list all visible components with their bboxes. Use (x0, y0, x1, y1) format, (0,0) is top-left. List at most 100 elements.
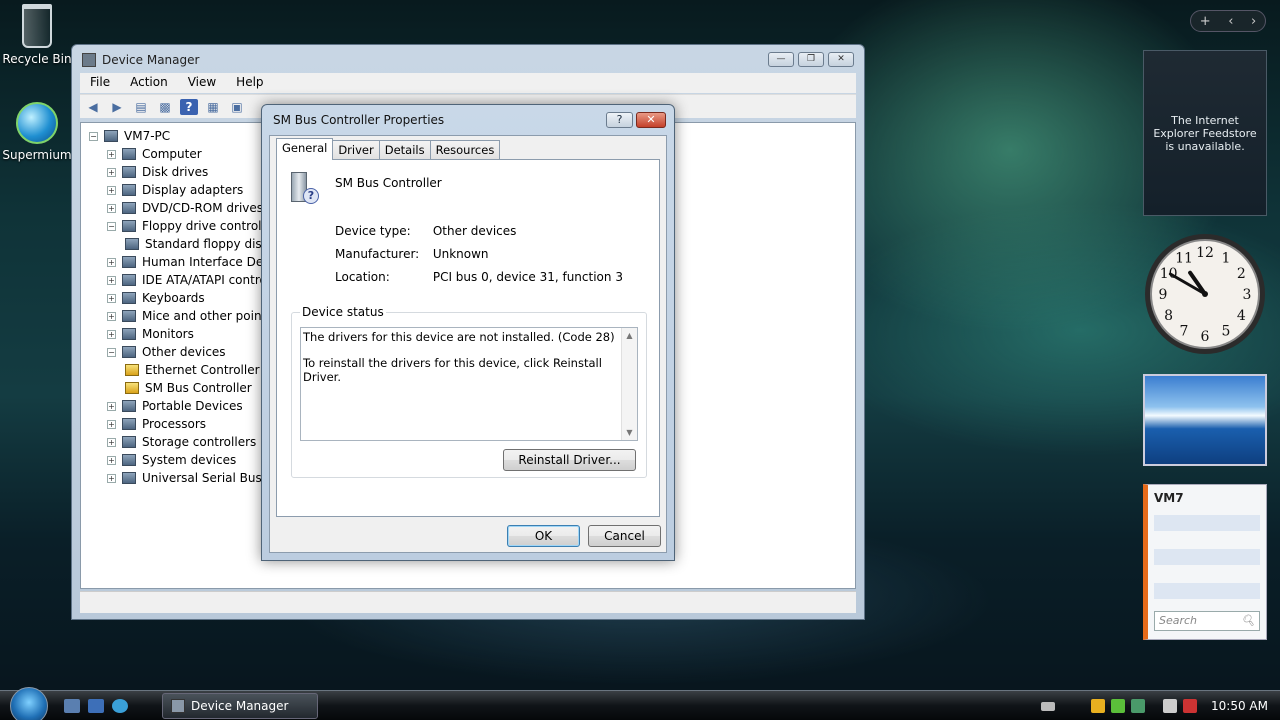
contact-row[interactable] (1154, 549, 1260, 565)
menu-help[interactable]: Help (228, 73, 271, 93)
status-scrollbar[interactable]: ▲ ▼ (621, 328, 637, 440)
contact-row[interactable] (1154, 515, 1260, 531)
expand-icon[interactable]: + (107, 167, 116, 177)
dialog-close-button[interactable]: ✕ (636, 112, 666, 128)
collapse-icon[interactable]: − (107, 221, 116, 231)
security-shield-icon[interactable] (1091, 699, 1106, 713)
tab-general[interactable]: General (276, 138, 334, 160)
warning-device-icon (125, 364, 139, 376)
expand-icon[interactable]: + (107, 473, 116, 483)
next-page-button[interactable]: › (1251, 14, 1256, 29)
window-buttons: — ❐ ✕ (768, 52, 854, 67)
device-category-icon (122, 472, 136, 484)
taskbar-clock[interactable]: 10:50 AM (1211, 699, 1268, 713)
update-icon[interactable] (1131, 699, 1146, 713)
tab-resources[interactable]: Resources (429, 140, 501, 160)
taskbar-device-manager-button[interactable]: Device Manager (162, 693, 318, 719)
clock-number: 2 (1237, 266, 1246, 282)
help-icon[interactable]: ? (180, 98, 198, 115)
contacts-search-input[interactable]: Search 🔍︎ (1154, 611, 1260, 631)
expand-icon[interactable]: + (107, 257, 116, 267)
supermium-desktop-icon[interactable]: Supermium (0, 102, 74, 162)
contacts-gadget[interactable]: VM7 Search 🔍︎ (1143, 484, 1267, 640)
back-icon[interactable]: ◀ (84, 99, 102, 115)
search-icon[interactable]: 🔍︎ (1241, 614, 1255, 628)
device-type-label: Device type: (335, 224, 411, 238)
browser-quicklaunch-icon[interactable] (112, 699, 128, 713)
tree-item-label: System devices (142, 453, 237, 467)
slideshow-gadget[interactable] (1143, 374, 1267, 466)
expand-icon[interactable]: + (107, 275, 116, 285)
device-category-icon (122, 454, 136, 466)
forward-icon[interactable]: ▶ (108, 99, 126, 115)
cancel-button[interactable]: Cancel (588, 525, 661, 547)
expand-icon[interactable]: + (107, 311, 116, 321)
tree-item-label: Disk drives (142, 165, 209, 179)
warning-device-icon (125, 382, 139, 394)
clock-gadget[interactable]: 12 1 2 3 4 5 6 7 8 9 10 11 (1143, 232, 1267, 356)
expand-icon[interactable]: + (107, 149, 116, 159)
feed-headlines-gadget[interactable]: The Internet Explorer Feedstore is unava… (1143, 50, 1267, 216)
minimize-button[interactable]: — (768, 52, 794, 67)
device-category-icon (122, 310, 136, 322)
scroll-down-icon[interactable]: ▼ (622, 428, 637, 437)
expand-icon[interactable]: + (107, 185, 116, 195)
show-hide-icon[interactable]: ▤ (132, 99, 150, 115)
dialog-help-button[interactable]: ? (606, 112, 633, 128)
properties-dialog[interactable]: SM Bus Controller Properties ? ✕ General… (261, 104, 675, 561)
tree-item-label: Storage controllers (142, 435, 257, 449)
keyboard-icon[interactable] (1041, 701, 1056, 711)
expand-icon[interactable]: + (107, 293, 116, 303)
recycle-bin-desktop-icon[interactable]: Recycle Bin (0, 4, 74, 66)
view-icon[interactable]: ▦ (204, 99, 222, 115)
ok-button[interactable]: OK (507, 525, 580, 547)
tree-item-label: DVD/CD-ROM drives (142, 201, 264, 215)
scroll-up-icon[interactable]: ▲ (622, 331, 637, 340)
device-status-textbox[interactable]: The drivers for this device are not inst… (300, 327, 638, 441)
clock-number: 6 (1201, 329, 1210, 345)
tree-root-label: VM7-PC (124, 129, 171, 143)
collapse-icon[interactable]: − (107, 347, 116, 357)
show-desktop-icon[interactable] (64, 699, 80, 713)
device-name: SM Bus Controller (335, 176, 442, 190)
general-tab-panel: ? SM Bus Controller Device type: Other d… (276, 159, 660, 517)
tab-strip: General Driver Details Resources (276, 138, 501, 160)
start-button[interactable] (10, 687, 48, 720)
tab-driver[interactable]: Driver (332, 140, 380, 160)
expand-icon[interactable]: + (107, 329, 116, 339)
network-icon[interactable] (1163, 699, 1178, 713)
tab-details[interactable]: Details (378, 140, 431, 160)
clock-number: 5 (1222, 323, 1231, 339)
checkmark-icon[interactable] (1111, 699, 1126, 713)
device-category-icon (122, 166, 136, 178)
device-category-icon (122, 148, 136, 160)
properties-icon[interactable]: ▩ (156, 99, 174, 115)
tree-item-label: Processors (142, 417, 207, 431)
switch-windows-icon[interactable] (88, 699, 104, 713)
tree-item-label: Ethernet Controller (145, 363, 260, 377)
menu-view[interactable]: View (180, 73, 224, 93)
tree-item-label: SM Bus Controller (145, 381, 252, 395)
expand-icon[interactable]: + (107, 437, 116, 447)
menu-action[interactable]: Action (122, 73, 176, 93)
recycle-bin-label: Recycle Bin (2, 52, 72, 66)
device-category-icon (125, 238, 139, 250)
reinstall-driver-button[interactable]: Reinstall Driver... (503, 449, 636, 471)
device-category-icon (122, 346, 136, 358)
menu-file[interactable]: File (82, 73, 118, 93)
add-gadget-button[interactable]: + (1200, 14, 1211, 29)
collapse-icon[interactable]: − (89, 131, 98, 141)
close-button[interactable]: ✕ (828, 52, 854, 67)
location-row: Location: PCI bus 0, device 31, function… (335, 270, 623, 284)
volume-muted-icon[interactable] (1183, 699, 1198, 713)
expand-icon[interactable]: + (107, 203, 116, 213)
expand-icon[interactable]: + (107, 455, 116, 465)
contact-row[interactable] (1154, 583, 1260, 599)
clock-number: 9 (1159, 287, 1168, 303)
previous-page-button[interactable]: ‹ (1228, 14, 1233, 29)
maximize-button[interactable]: ❐ (798, 52, 824, 67)
expand-icon[interactable]: + (107, 419, 116, 429)
device-manager-titlebar[interactable]: Device Manager (72, 45, 864, 75)
scan-icon[interactable]: ▣ (228, 99, 246, 115)
expand-icon[interactable]: + (107, 401, 116, 411)
